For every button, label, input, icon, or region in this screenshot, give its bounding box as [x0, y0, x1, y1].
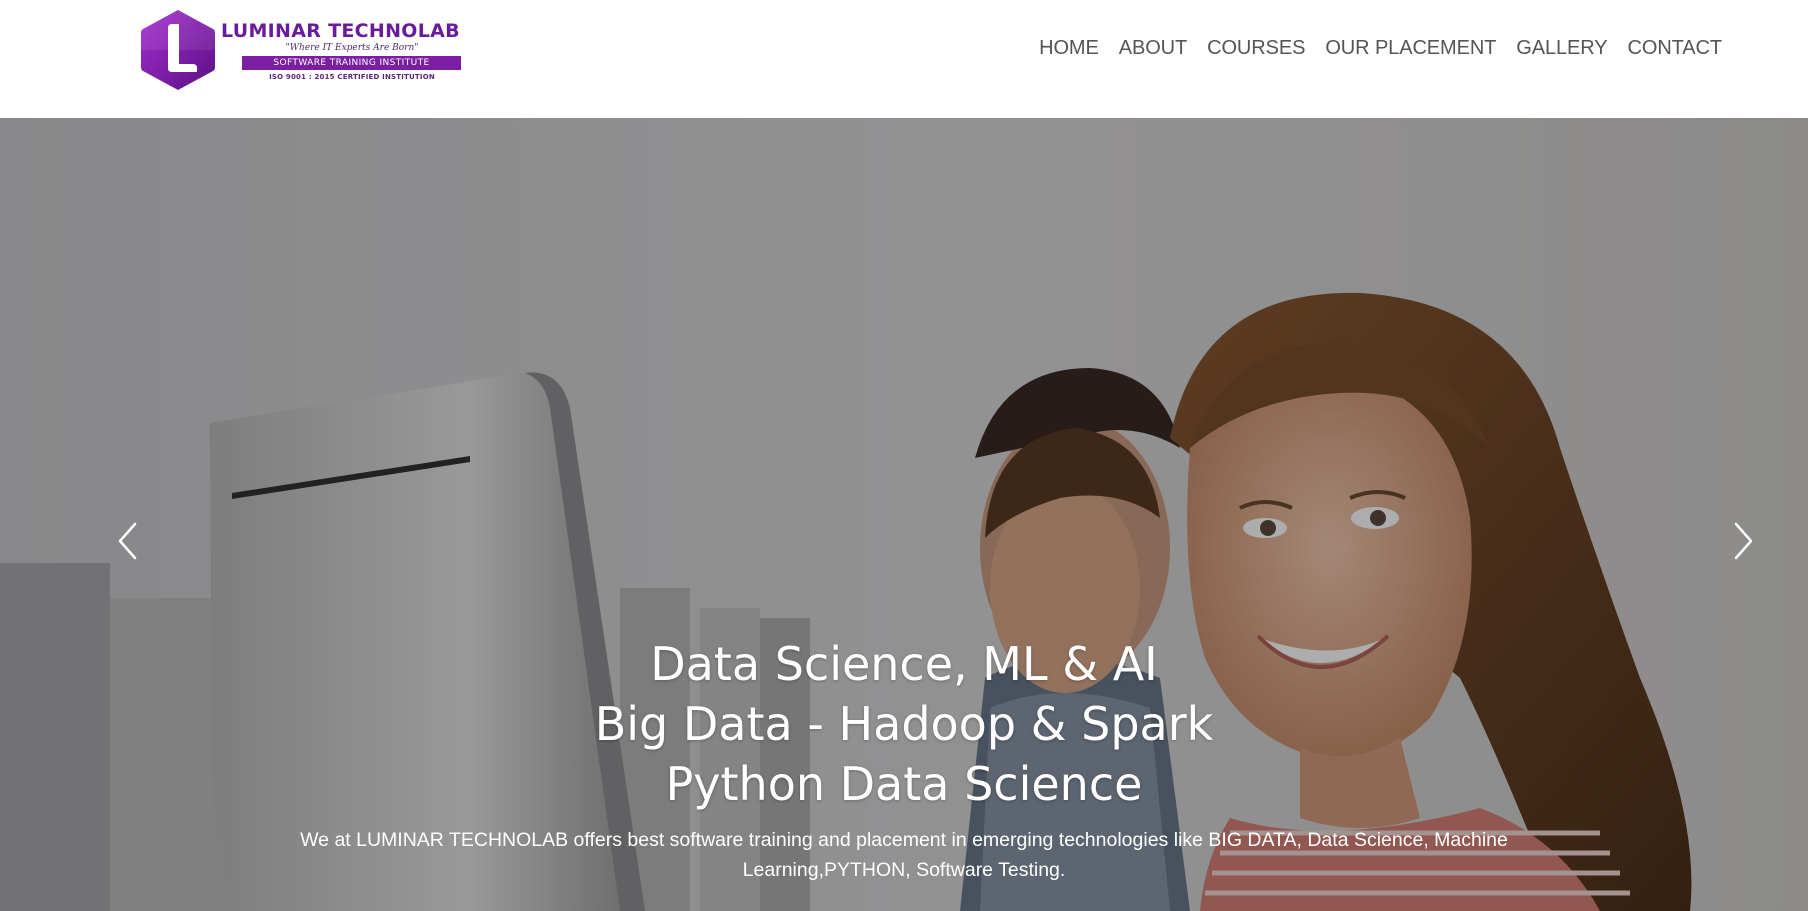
- chevron-right-icon: [1734, 522, 1753, 560]
- main-nav: HOME ABOUT COURSES OUR PLACEMENT GALLERY…: [1039, 34, 1722, 62]
- carousel-next-button[interactable]: [1723, 516, 1763, 566]
- hero-headline-2: Big Data - Hadoop & Spark: [594, 697, 1214, 751]
- nav-item-home[interactable]: HOME: [1039, 37, 1099, 60]
- nav-item-contact[interactable]: CONTACT: [1628, 37, 1723, 60]
- brand-tagline: "Where IT Experts Are Born": [285, 43, 419, 53]
- hero-description: We at LUMINAR TECHNOLAB offers best soft…: [300, 829, 1508, 881]
- brand-band: SOFTWARE TRAINING INSTITUTE: [242, 56, 461, 70]
- carousel-prev-button[interactable]: [108, 516, 148, 566]
- nav-item-about[interactable]: ABOUT: [1119, 37, 1188, 60]
- logo-hexagon-icon: [141, 10, 215, 90]
- hero-caption: Data Science, ML & AI Big Data - Hadoop …: [300, 634, 1508, 885]
- nav-item-gallery[interactable]: GALLERY: [1516, 37, 1607, 60]
- hero-headline-3: Python Data Science: [665, 757, 1143, 811]
- nav-item-our-placement[interactable]: OUR PLACEMENT: [1325, 37, 1496, 60]
- brand-certification: ISO 9001 : 2015 CERTIFIED INSTITUTION: [269, 73, 435, 81]
- brand-logo[interactable]: LUMINAR TECHNOLAB "Where IT Experts Are …: [139, 8, 484, 92]
- hero-carousel: Data Science, ML & AI Big Data - Hadoop …: [0, 118, 1808, 911]
- brand-name: LUMINAR TECHNOLAB: [221, 20, 460, 42]
- site-header: LUMINAR TECHNOLAB "Where IT Experts Are …: [0, 0, 1808, 118]
- hero-headline-1: Data Science, ML & AI: [650, 637, 1158, 691]
- chevron-left-icon: [118, 522, 137, 560]
- nav-item-courses[interactable]: COURSES: [1207, 37, 1305, 60]
